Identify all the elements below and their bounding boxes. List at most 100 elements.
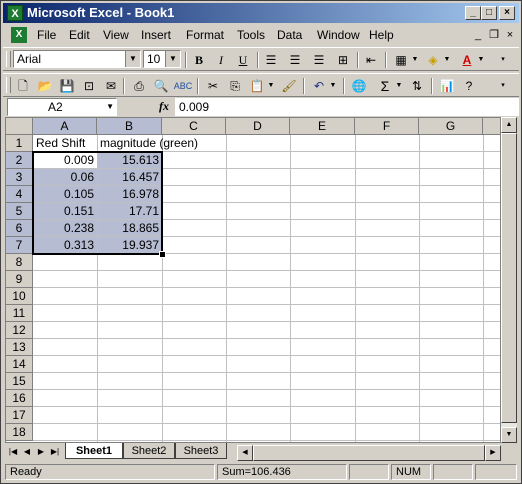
font-name-combo[interactable]: Arial ▼	[13, 50, 141, 68]
last-sheet-icon[interactable]: ▶|	[49, 445, 61, 459]
chart-wizard-icon[interactable]: 📊	[437, 77, 457, 95]
close-button[interactable]: ×	[499, 6, 515, 20]
paste-icon[interactable]: 📋	[247, 77, 267, 95]
horizontal-scrollbar[interactable]: ◀ ▶	[237, 445, 501, 461]
column-header-g[interactable]: G	[419, 118, 483, 135]
align-center-icon[interactable]: ☰	[285, 51, 305, 69]
prev-sheet-icon[interactable]: ◀	[21, 445, 33, 459]
copy-icon[interactable]: ⎘	[225, 77, 245, 95]
undo-icon[interactable]: ↶	[309, 77, 329, 95]
chevron-down-icon[interactable]: ▼	[329, 78, 337, 94]
select-all-button[interactable]	[6, 118, 33, 135]
permission-icon[interactable]: ⊡	[79, 77, 99, 95]
row-header-13[interactable]: 13	[6, 339, 33, 356]
menu-format[interactable]: Format	[186, 28, 224, 42]
chevron-down-icon[interactable]: ▼	[395, 78, 403, 94]
row-header-17[interactable]: 17	[6, 407, 33, 424]
menu-insert[interactable]: Insert	[141, 28, 171, 42]
menu-help[interactable]: Help	[369, 28, 394, 42]
scroll-right-icon[interactable]: ▶	[485, 445, 501, 461]
autosum-icon[interactable]: Σ	[375, 77, 395, 95]
row-header-3[interactable]: 3	[6, 169, 33, 186]
bold-icon[interactable]: B	[189, 51, 209, 69]
row-header-10[interactable]: 10	[6, 288, 33, 305]
toolbar-options-icon[interactable]: ▾	[499, 52, 507, 68]
doc-restore-button[interactable]: ❐	[487, 28, 501, 42]
menu-file[interactable]: File	[37, 28, 56, 42]
menu-data[interactable]: Data	[277, 28, 302, 42]
column-header-h[interactable]	[483, 118, 500, 135]
align-right-icon[interactable]: ☰	[309, 51, 329, 69]
hyperlink-icon[interactable]: 🌐	[349, 77, 369, 95]
workbook-icon[interactable]: X	[11, 27, 27, 43]
scroll-left-icon[interactable]: ◀	[237, 445, 253, 461]
row-header-1[interactable]: 1	[6, 135, 33, 152]
function-icon[interactable]: fx	[159, 99, 169, 114]
open-icon[interactable]: 📂	[35, 77, 55, 95]
chevron-down-icon[interactable]: ▼	[411, 52, 419, 68]
doc-minimize-button[interactable]: _	[471, 28, 485, 42]
chevron-down-icon[interactable]: ▼	[477, 52, 485, 68]
row-header-7[interactable]: 7	[6, 237, 33, 254]
menu-edit[interactable]: Edit	[69, 28, 90, 42]
next-sheet-icon[interactable]: ▶	[35, 445, 47, 459]
cell-a1[interactable]: Red Shift	[33, 135, 97, 151]
font-color-icon[interactable]: A	[457, 51, 477, 69]
borders-icon[interactable]: ▦	[391, 51, 411, 69]
row-header-14[interactable]: 14	[6, 356, 33, 373]
underline-icon[interactable]: U	[233, 51, 253, 69]
italic-icon[interactable]: I	[211, 51, 231, 69]
print-icon[interactable]: ⎙	[129, 77, 149, 95]
row-header-16[interactable]: 16	[6, 390, 33, 407]
doc-close-button[interactable]: ×	[503, 28, 517, 42]
tab-sheet3[interactable]: Sheet3	[175, 443, 227, 459]
horizontal-scroll-thumb[interactable]	[253, 445, 485, 461]
vertical-scrollbar[interactable]: ▲ ▼	[501, 117, 517, 443]
help-icon[interactable]: ?	[459, 77, 479, 95]
align-left-icon[interactable]: ☰	[261, 51, 281, 69]
column-header-c[interactable]: C	[162, 118, 226, 135]
row-header-6[interactable]: 6	[6, 220, 33, 237]
row-header-2[interactable]: 2	[6, 152, 33, 169]
excel-app-icon[interactable]: X	[7, 5, 23, 21]
menu-tools[interactable]: Tools	[237, 28, 265, 42]
vertical-scroll-thumb[interactable]	[501, 133, 517, 423]
email-icon[interactable]: ✉	[101, 77, 121, 95]
column-header-e[interactable]: E	[290, 118, 355, 135]
tab-sheet1[interactable]: Sheet1	[65, 443, 123, 459]
menu-window[interactable]: Window	[317, 28, 360, 42]
font-size-combo[interactable]: 10 ▼	[143, 50, 181, 68]
maximize-button[interactable]: □	[481, 6, 497, 20]
column-header-b[interactable]: B	[97, 118, 162, 135]
cut-icon[interactable]: ✂	[203, 77, 223, 95]
row-header-12[interactable]: 12	[6, 322, 33, 339]
toolbar-options-icon[interactable]: ▾	[499, 78, 507, 94]
fill-color-icon[interactable]: ◈	[423, 51, 443, 69]
sort-ascending-icon[interactable]: ⇅	[407, 77, 427, 95]
worksheet-grid[interactable]: A B C D E F G 1 2 3 4 5 6 7 8 9 10 11 12…	[5, 117, 501, 443]
chevron-down-icon[interactable]: ▼	[125, 51, 140, 67]
tab-sheet2[interactable]: Sheet2	[123, 443, 175, 459]
scroll-down-icon[interactable]: ▼	[501, 427, 517, 443]
row-header-5[interactable]: 5	[6, 203, 33, 220]
fill-handle[interactable]	[159, 251, 166, 258]
row-header-15[interactable]: 15	[6, 373, 33, 390]
spelling-icon[interactable]: ABC	[173, 77, 193, 95]
formula-input[interactable]: 0.009	[175, 98, 519, 116]
save-icon[interactable]: 💾	[57, 77, 77, 95]
row-header-8[interactable]: 8	[6, 254, 33, 271]
first-sheet-icon[interactable]: |◀	[7, 445, 19, 459]
column-header-f[interactable]: F	[355, 118, 419, 135]
chevron-down-icon[interactable]: ▼	[443, 52, 451, 68]
row-header-11[interactable]: 11	[6, 305, 33, 322]
column-header-d[interactable]: D	[226, 118, 290, 135]
merge-center-icon[interactable]: ⊞	[333, 51, 353, 69]
minimize-button[interactable]: _	[465, 6, 481, 20]
chevron-down-icon[interactable]: ▼	[106, 99, 114, 115]
row-header-18[interactable]: 18	[6, 424, 33, 441]
format-painter-icon[interactable]: 🖌	[279, 77, 299, 95]
new-icon[interactable]: 🗋	[13, 77, 33, 95]
toolbar-grip[interactable]	[6, 77, 11, 93]
column-header-a[interactable]: A	[33, 118, 97, 135]
scroll-up-icon[interactable]: ▲	[501, 117, 517, 133]
